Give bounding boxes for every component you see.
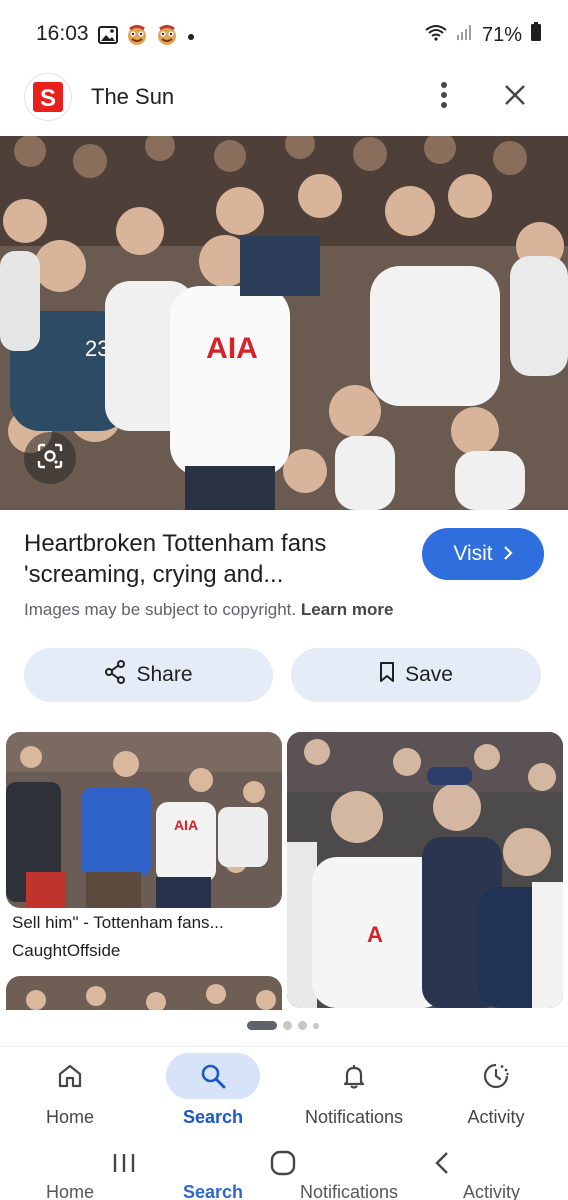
status-time: 16:03 (36, 22, 89, 45)
recent-apps-icon (112, 1152, 136, 1179)
logo-letter: S (40, 85, 56, 112)
source-name[interactable]: The Sun (91, 84, 174, 110)
related-photo: AIA (6, 732, 282, 908)
home-system-button[interactable] (263, 1150, 303, 1180)
dot-icon (186, 29, 196, 47)
share-label: Share (136, 663, 193, 686)
bookmark-icon (379, 661, 395, 689)
result-header: S The Sun (0, 70, 568, 136)
visit-button[interactable]: Visit (422, 528, 544, 580)
source-logo[interactable]: S (24, 73, 72, 121)
learn-more-link[interactable]: Learn more (301, 600, 394, 619)
share-icon (104, 660, 126, 690)
page-indicator (247, 1021, 319, 1030)
recent-apps-button[interactable] (104, 1150, 144, 1180)
related-photo: A (287, 732, 563, 1008)
chevron-right-icon (503, 542, 513, 566)
nav-item-search[interactable]: Search (143, 1047, 283, 1143)
shirt-sponsor: AIA (206, 332, 258, 365)
signal-icon (456, 23, 474, 47)
related-image-card[interactable]: AIA (6, 732, 282, 908)
related-image-card[interactable] (6, 976, 282, 1010)
nav-label-home: Home (45, 1107, 94, 1127)
gallery-icon (98, 26, 118, 49)
copyright-text: Images may be subject to copyright. (24, 600, 297, 619)
page-dot (298, 1021, 307, 1030)
lens-button[interactable] (24, 432, 76, 484)
ghost-label-home: Home (46, 1182, 95, 1200)
crowd-photo: 23 AIA (0, 136, 568, 510)
activity-icon (449, 1053, 543, 1099)
bell-icon (307, 1053, 401, 1099)
emoji-icon (156, 24, 178, 51)
nav-item-home[interactable]: Home (0, 1047, 140, 1143)
related-photo (6, 976, 282, 1010)
result-title[interactable]: Heartbroken Tottenham fans 'screaming, c… (24, 528, 404, 590)
nav-item-notifications[interactable]: Notifications (284, 1047, 424, 1143)
back-icon (434, 1151, 450, 1180)
ghost-label-activity: Activity (463, 1182, 521, 1200)
lens-icon (36, 442, 64, 475)
save-label: Save (405, 663, 453, 686)
more-vert-icon (440, 81, 448, 113)
ghost-label-notifications: Notifications (300, 1182, 399, 1200)
nav-label-activity: Activity (467, 1107, 525, 1127)
status-bar: 16:03 71% (0, 0, 568, 70)
emoji-icon (126, 24, 148, 51)
ghost-label-search: Search (183, 1182, 244, 1200)
close-icon (504, 84, 526, 111)
home-icon (23, 1053, 117, 1099)
battery-icon (530, 22, 542, 48)
system-navigation-bar: Home Search Notifications Activity (0, 1142, 568, 1200)
copyright-notice: Images may be subject to copyright. Lear… (24, 600, 393, 620)
page-dot-active (247, 1021, 277, 1030)
related-caption[interactable]: Sell him" - Tottenham fans... (12, 913, 280, 933)
nav-item-activity[interactable]: Activity (426, 1047, 566, 1143)
svg-text:A: A (367, 922, 383, 947)
nav-label-notifications: Notifications (304, 1107, 404, 1127)
related-source: CaughtOffside (12, 941, 121, 960)
bottom-navigation: Home Search Notifications Activity (0, 1046, 568, 1142)
nav-label-search: Search (182, 1107, 244, 1127)
more-options-button[interactable] (428, 78, 460, 116)
back-button[interactable] (422, 1150, 462, 1180)
svg-text:AIA: AIA (174, 817, 198, 833)
battery-percent: 71% (481, 23, 522, 46)
home-circle-icon (270, 1150, 296, 1181)
search-icon (166, 1053, 260, 1099)
wifi-icon (424, 23, 448, 47)
result-image[interactable]: 23 AIA (0, 136, 568, 510)
share-button[interactable]: Share (24, 648, 273, 702)
page-dot (283, 1021, 292, 1030)
page-dot (313, 1022, 319, 1029)
related-image-card[interactable]: A (287, 732, 563, 1008)
visit-label: Visit (453, 542, 493, 565)
save-button[interactable]: Save (291, 648, 541, 702)
system-status-icons: 71% (424, 22, 542, 48)
notification-icons (98, 24, 196, 51)
close-button[interactable] (496, 78, 534, 116)
